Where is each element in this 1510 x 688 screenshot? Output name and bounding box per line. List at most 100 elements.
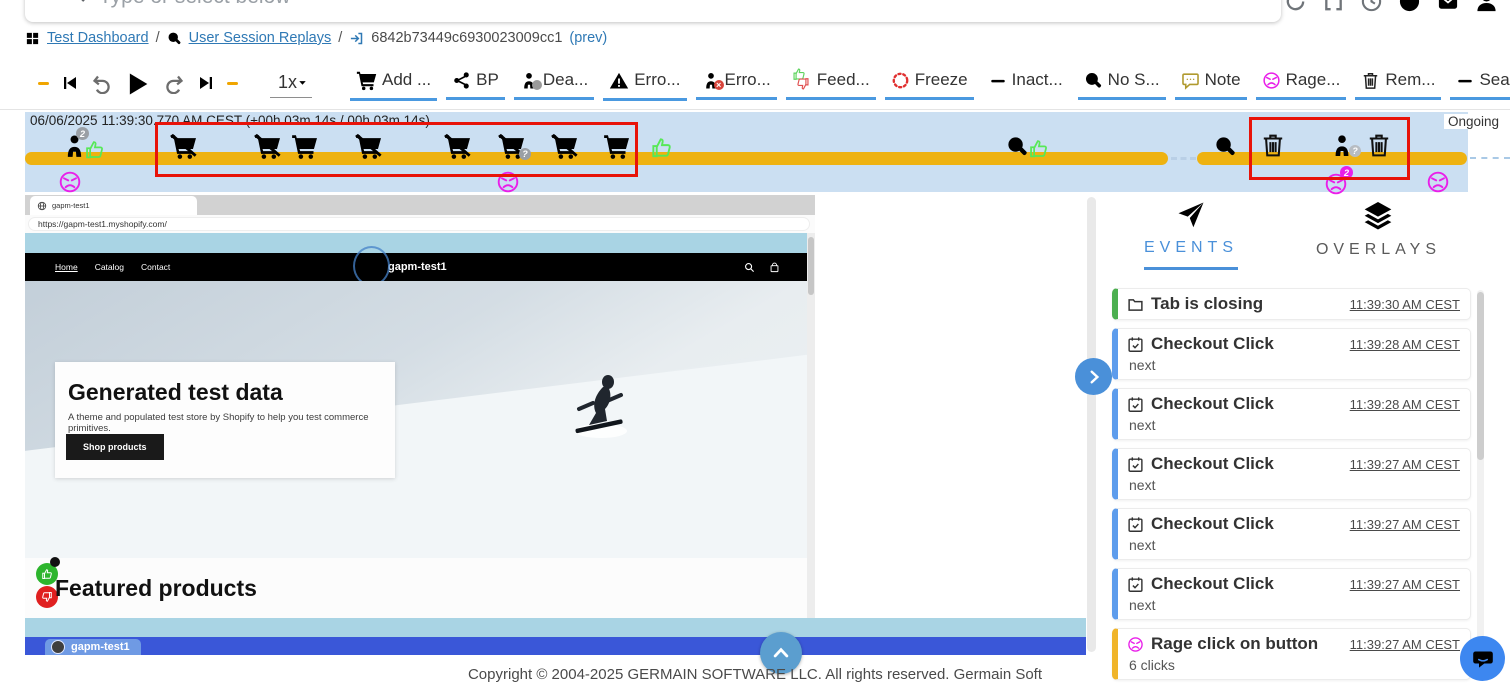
playback-speed-select[interactable]: 1x: [270, 70, 312, 98]
rage-marker-icon[interactable]: [1426, 170, 1450, 194]
search-icon: [63, 0, 87, 4]
filter-freeze[interactable]: Freeze: [885, 66, 974, 100]
cart-slash-marker-icon[interactable]: [444, 133, 471, 160]
breadcrumb-prev-link[interactable]: (prev): [569, 30, 607, 46]
filter-feedback[interactable]: Feed...: [786, 66, 876, 100]
skip-to-start-button[interactable]: [61, 74, 79, 92]
rage-icon: [1127, 636, 1144, 653]
snowboarder-figure: [563, 369, 643, 459]
site-nav-contact[interactable]: Contact: [141, 262, 170, 272]
replay-toolbar: 1x Add ... BP Dea... Erro... ×Erro... Fe…: [0, 58, 1510, 110]
event-time-link[interactable]: 11:39:27 AM CEST: [1350, 577, 1460, 592]
clock-icon[interactable]: [1360, 0, 1383, 13]
event-card[interactable]: Rage click on button 11:39:27 AM CEST 6 …: [1112, 628, 1471, 680]
filter-remove[interactable]: Rem...: [1355, 66, 1441, 100]
calendar-check-icon: [1127, 336, 1144, 353]
tab-events[interactable]: EVENTS: [1144, 200, 1238, 270]
event-card[interactable]: Checkout Click 11:39:27 AM CEST next: [1112, 508, 1471, 560]
filter-no-search[interactable]: No S...: [1078, 66, 1166, 100]
replay-page-scrollbar-thumb[interactable]: [808, 237, 814, 295]
rage-marker-icon[interactable]: [496, 170, 520, 194]
search-icon: [167, 30, 182, 46]
inbox-icon[interactable]: [1436, 0, 1460, 13]
event-time-link[interactable]: 11:39:30 AM CEST: [1350, 297, 1460, 312]
filter-rage-click[interactable]: Rage...: [1256, 66, 1347, 100]
filter-add-to-cart[interactable]: Add ...: [350, 66, 437, 101]
chat-widget-button[interactable]: [1460, 636, 1505, 681]
step-back-button[interactable]: [91, 73, 112, 94]
thumb-up-marker-icon[interactable]: [650, 136, 673, 159]
shop-products-button[interactable]: Shop products: [66, 434, 164, 460]
replay-browser-tab-title: gapm-test1: [52, 201, 90, 210]
site-nav-home[interactable]: Home: [55, 262, 78, 272]
thumb-up-marker-icon[interactable]: [1028, 138, 1049, 159]
play-button[interactable]: [124, 70, 152, 98]
timeline-future-dashes: [1470, 157, 1510, 159]
event-card[interactable]: Checkout Click 11:39:27 AM CEST next: [1112, 448, 1471, 500]
global-search-bar[interactable]: [25, 0, 1281, 22]
user-icon[interactable]: [1475, 0, 1498, 13]
event-filter-bar: Add ... BP Dea... Erro... ×Erro... Feed.…: [350, 66, 1510, 101]
cart-slash-badge-marker-icon[interactable]: ?: [498, 133, 525, 160]
filter-inactivity[interactable]: Inact...: [983, 66, 1069, 100]
site-bag-icon[interactable]: [769, 262, 780, 273]
cart-marker-icon[interactable]: [603, 133, 630, 160]
event-time-link[interactable]: 11:39:27 AM CEST: [1350, 517, 1460, 532]
dash-blue-icon: [1456, 70, 1474, 90]
tab-overlays[interactable]: OVERLAYS: [1316, 200, 1441, 270]
trim-end-marker[interactable]: [227, 82, 238, 85]
event-subtitle: next: [1127, 597, 1460, 613]
event-time-link[interactable]: 11:39:27 AM CEST: [1350, 457, 1460, 472]
refresh-icon[interactable]: [1284, 0, 1307, 13]
breadcrumb-test-dashboard[interactable]: Test Dashboard: [47, 30, 149, 46]
cart-slash-marker-icon[interactable]: [551, 133, 578, 160]
cart-slash-marker-icon[interactable]: [170, 133, 197, 160]
global-search-input[interactable]: [97, 0, 1001, 10]
person-question-marker-icon[interactable]: ?: [1330, 134, 1354, 158]
filter-search[interactable]: Sear...: [1450, 66, 1510, 100]
trim-start-marker[interactable]: [38, 82, 49, 85]
status-circle-icon[interactable]: [1398, 0, 1421, 13]
panel-divider-track[interactable]: [1087, 197, 1096, 652]
site-search-icon[interactable]: [744, 262, 755, 273]
breadcrumb-user-session-replays[interactable]: User Session Replays: [189, 30, 332, 46]
event-card[interactable]: Checkout Click 11:39:27 AM CEST next: [1112, 568, 1471, 620]
event-time-link[interactable]: 11:39:28 AM CEST: [1350, 337, 1460, 352]
event-list-scrollbar-thumb[interactable]: [1477, 292, 1484, 460]
fullscreen-icon[interactable]: [1322, 0, 1345, 13]
event-card[interactable]: Tab is closing 11:39:30 AM CEST: [1112, 288, 1471, 320]
thumb-up-marker-icon[interactable]: [84, 139, 105, 160]
replay-taskbar-tab[interactable]: gapm-test1: [45, 639, 141, 655]
skip-to-end-button[interactable]: [197, 74, 215, 92]
cart-icon: [356, 70, 377, 91]
event-card[interactable]: Checkout Click 11:39:28 AM CEST next: [1112, 388, 1471, 440]
trash-marker-icon[interactable]: [1366, 132, 1392, 158]
breadcrumb-session-id: 6842b73449c6930023009cc1: [371, 30, 562, 46]
event-card[interactable]: Checkout Click 11:39:28 AM CEST next: [1112, 328, 1471, 380]
filter-error-warning[interactable]: Erro...: [603, 66, 686, 101]
chevron-right-icon: [1085, 368, 1103, 386]
panel-collapse-button[interactable]: [1075, 358, 1112, 395]
step-forward-button[interactable]: [164, 73, 185, 94]
cart-marker-icon[interactable]: [291, 133, 318, 160]
rage-marker-icon[interactable]: 2: [1324, 172, 1348, 196]
cart-slash-marker-icon[interactable]: [355, 133, 382, 160]
chat-icon: [1471, 647, 1495, 671]
site-brand[interactable]: gapm-test1: [388, 261, 447, 273]
filter-error-user[interactable]: ×Erro...: [696, 66, 777, 100]
search-marker-icon[interactable]: [1214, 135, 1237, 158]
search-marker-icon[interactable]: [1006, 135, 1029, 158]
filter-dead-click[interactable]: Dea...: [514, 66, 594, 100]
cart-slash-marker-icon[interactable]: [254, 133, 281, 160]
filter-bp[interactable]: BP: [446, 66, 505, 100]
replay-browser-tab[interactable]: gapm-test1: [30, 196, 197, 215]
rage-icon: [1262, 70, 1281, 90]
filter-note[interactable]: Note: [1175, 66, 1247, 100]
rage-marker-icon[interactable]: [58, 170, 82, 194]
trash-marker-icon[interactable]: [1260, 132, 1286, 158]
event-time-link[interactable]: 11:39:27 AM CEST: [1350, 637, 1460, 652]
site-nav-catalog[interactable]: Catalog: [95, 262, 124, 272]
globe-icon: [37, 201, 47, 211]
calendar-check-icon: [1127, 576, 1144, 593]
event-time-link[interactable]: 11:39:28 AM CEST: [1350, 397, 1460, 412]
